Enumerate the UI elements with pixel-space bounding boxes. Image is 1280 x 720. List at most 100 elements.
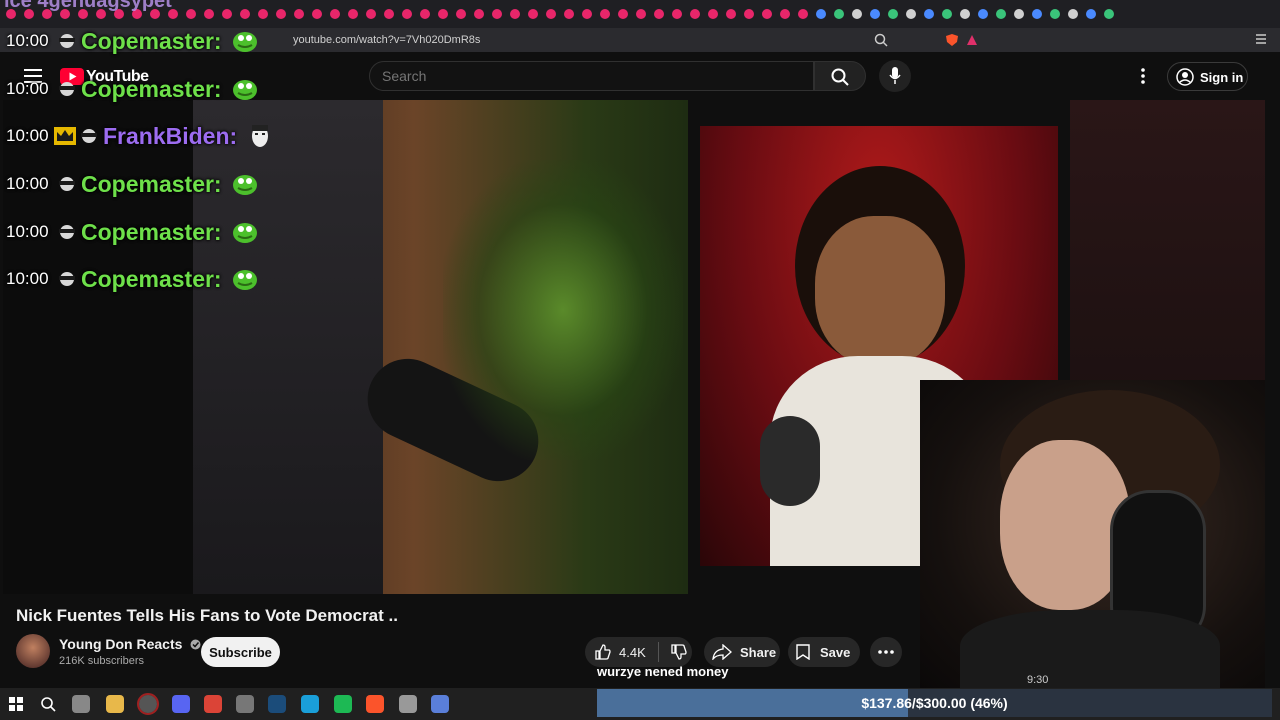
- browser-tab-favicon-icon[interactable]: [960, 9, 970, 19]
- browser-tab-favicon-icon[interactable]: [474, 9, 484, 19]
- windows-start-icon[interactable]: [9, 697, 23, 711]
- browser-tab-favicon-icon[interactable]: [978, 9, 988, 19]
- more-actions-button[interactable]: [870, 637, 902, 667]
- browser-tab-favicon-icon[interactable]: [330, 9, 340, 19]
- browser-tab-favicon-icon[interactable]: [492, 9, 502, 19]
- browser-tab-favicon-icon[interactable]: [1068, 9, 1078, 19]
- browser-tab-favicon-icon[interactable]: [618, 9, 628, 19]
- browser-tab-favicon-icon[interactable]: [564, 9, 574, 19]
- browser-tab-favicon-icon[interactable]: [870, 9, 880, 19]
- browser-tab-favicon-icon[interactable]: [600, 9, 610, 19]
- browser-tab-favicon-icon[interactable]: [888, 9, 898, 19]
- edge-icon[interactable]: [301, 695, 319, 713]
- plant-foliage: [443, 160, 683, 460]
- browser-tab-favicon-icon[interactable]: [654, 9, 664, 19]
- search-button[interactable]: [814, 61, 866, 91]
- browser-tab-favicon-icon[interactable]: [186, 9, 196, 19]
- browser-tab-favicon-icon[interactable]: [1050, 9, 1060, 19]
- brave-shield-icon[interactable]: [945, 33, 959, 47]
- user-badge-icon: [59, 272, 75, 286]
- browser-tab-favicon-icon[interactable]: [1014, 9, 1024, 19]
- browser-tab-favicon-icon[interactable]: [1032, 9, 1042, 19]
- voice-search-button[interactable]: [879, 60, 911, 92]
- browser-tab-favicon-icon[interactable]: [762, 9, 772, 19]
- url-text[interactable]: youtube.com/watch?v=7Vh020DmR8s: [293, 34, 480, 46]
- chat-username: Copemaster:: [81, 265, 222, 292]
- spotify-icon[interactable]: [334, 695, 352, 713]
- browser-tab-favicon-icon[interactable]: [852, 9, 862, 19]
- save-button[interactable]: Save: [788, 637, 860, 667]
- stream-ticker-text: wurzye nened money: [597, 664, 729, 679]
- browser-tab-favicon-icon[interactable]: [438, 9, 448, 19]
- like-count[interactable]: 4.4K: [619, 645, 646, 660]
- audio-icon[interactable]: [431, 695, 449, 713]
- browser-tab-favicon-icon[interactable]: [834, 9, 844, 19]
- app-icon[interactable]: [236, 695, 254, 713]
- like-dislike-bar[interactable]: 4.4K: [585, 637, 692, 667]
- browser-tab-favicon-icon[interactable]: [744, 9, 754, 19]
- browser-tab-favicon-icon[interactable]: [1086, 9, 1096, 19]
- chat-message: 10:00 FrankBiden:: [6, 121, 273, 151]
- browser-tab-favicon-icon[interactable]: [924, 9, 934, 19]
- browser-tab-favicon-icon[interactable]: [312, 9, 322, 19]
- more-options-icon[interactable]: [1140, 68, 1146, 84]
- browser-tab-favicon-icon[interactable]: [276, 9, 286, 19]
- browser-tab-favicon-icon[interactable]: [528, 9, 538, 19]
- browser-tab-favicon-icon[interactable]: [816, 9, 826, 19]
- browser-tab-favicon-icon[interactable]: [546, 9, 556, 19]
- file-explorer-icon[interactable]: [106, 695, 124, 713]
- sign-in-label: Sign in: [1200, 70, 1244, 85]
- user-badge-icon: [81, 129, 97, 143]
- browser-tab-favicon-icon[interactable]: [906, 9, 916, 19]
- browser-tab-favicon-icon[interactable]: [258, 9, 268, 19]
- browser-tab-favicon-icon[interactable]: [690, 9, 700, 19]
- sign-in-button[interactable]: Sign in: [1167, 62, 1248, 91]
- browser-tab-favicon-icon[interactable]: [384, 9, 394, 19]
- browser-tab-favicon-icon[interactable]: [996, 9, 1006, 19]
- pepe-emote-icon: [232, 32, 257, 52]
- browser-tab-favicon-icon[interactable]: [348, 9, 358, 19]
- browser-tab-favicon-icon[interactable]: [708, 9, 718, 19]
- browser-tab-favicon-icon[interactable]: [1104, 9, 1114, 19]
- search-input[interactable]: [382, 68, 782, 84]
- verified-badge-icon: [190, 639, 201, 650]
- donation-goal-text: $137.86/$300.00 (46%): [861, 695, 1008, 711]
- brave-icon[interactable]: [366, 695, 384, 713]
- browser-tab-favicon-icon[interactable]: [582, 9, 592, 19]
- subscriber-count: 216K subscribers: [59, 655, 144, 667]
- chrome-icon[interactable]: [204, 695, 222, 713]
- zoom-icon[interactable]: [874, 33, 888, 47]
- browser-tab-favicon-icon[interactable]: [204, 9, 214, 19]
- browser-tab-favicon-icon[interactable]: [636, 9, 646, 19]
- share-button[interactable]: Share: [704, 637, 780, 667]
- browser-tab-favicon-icon[interactable]: [672, 9, 682, 19]
- browser-tab-favicon-icon[interactable]: [402, 9, 412, 19]
- thumbs-up-icon[interactable]: [595, 644, 611, 660]
- browser-menu-icon[interactable]: [1254, 32, 1268, 46]
- channel-name[interactable]: Young Don Reacts: [59, 636, 201, 652]
- browser-tab-favicon-icon[interactable]: [366, 9, 376, 19]
- browser-tab-favicon-icon[interactable]: [726, 9, 736, 19]
- browser-tab-favicon-icon[interactable]: [942, 9, 952, 19]
- steam-icon[interactable]: [268, 695, 286, 713]
- face-emote-icon: [252, 125, 269, 147]
- browser-tab-favicon-icon[interactable]: [240, 9, 250, 19]
- browser-tab-favicon-icon[interactable]: [510, 9, 520, 19]
- app-icon[interactable]: [399, 695, 417, 713]
- channel-name-text[interactable]: Young Don Reacts: [59, 636, 182, 652]
- browser-tab-favicon-icon[interactable]: [294, 9, 304, 19]
- user-badge-icon: [59, 82, 75, 96]
- channel-avatar[interactable]: [16, 634, 50, 668]
- browser-tab-favicon-icon[interactable]: [798, 9, 808, 19]
- browser-tab-favicon-icon[interactable]: [780, 9, 790, 19]
- obs-icon[interactable]: [137, 693, 159, 715]
- thumbs-down-icon[interactable]: [671, 644, 687, 660]
- subscribe-button[interactable]: Subscribe: [201, 637, 280, 667]
- browser-tab-favicon-icon[interactable]: [456, 9, 466, 19]
- discord-icon[interactable]: [172, 695, 190, 713]
- browser-tab-favicon-icon[interactable]: [420, 9, 430, 19]
- browser-tab-favicon-icon[interactable]: [222, 9, 232, 19]
- rewards-icon[interactable]: [966, 34, 978, 46]
- taskbar-search-icon[interactable]: [40, 696, 56, 712]
- task-view-icon[interactable]: [72, 695, 90, 713]
